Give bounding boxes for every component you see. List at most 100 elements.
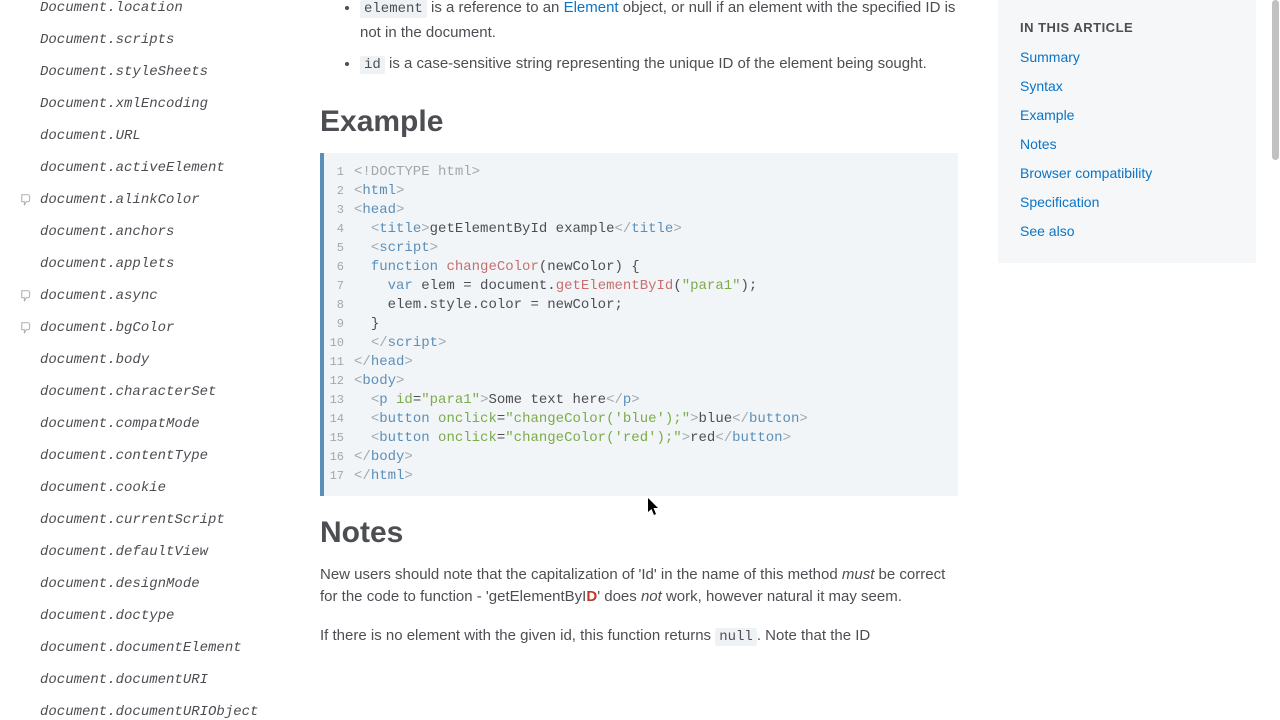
heading-example: Example [320, 105, 958, 139]
code-null: null [715, 628, 757, 646]
code-line: 6 function changeColor(newColor) { [324, 258, 958, 277]
sidebar-item-label: document.currentScript [40, 512, 225, 528]
code-line: 11</head> [324, 353, 958, 372]
toc-link[interactable]: See also [1020, 223, 1234, 239]
code-content: </html> [354, 467, 958, 486]
sidebar-item-label: Document.location [40, 0, 183, 16]
code-content: elem.style.color = newColor; [354, 296, 958, 315]
sidebar-item-label: Document.xmlEncoding [40, 96, 208, 112]
deprecated-icon [20, 193, 34, 207]
sidebar-item-label: document.body [40, 352, 149, 368]
code-example: 1<!DOCTYPE html>2<html>3<head>4 <title>g… [320, 153, 958, 496]
code-line: 15 <button onclick="changeColor('red');"… [324, 429, 958, 448]
deprecated-icon [20, 641, 34, 655]
code-content: <!DOCTYPE html> [354, 163, 958, 182]
sidebar-item-label: document.designMode [40, 576, 200, 592]
sidebar-item[interactable]: document.currentScript [40, 504, 280, 536]
code-content: <button onclick="changeColor('red');">re… [354, 429, 958, 448]
element-link[interactable]: Element [564, 0, 619, 16]
deprecated-icon [20, 449, 34, 463]
sidebar-item-label: document.bgColor [40, 320, 174, 336]
code-content: <p id="para1">Some text here</p> [354, 391, 958, 410]
line-number: 12 [324, 372, 354, 391]
sidebar-item[interactable]: document.documentElement [40, 632, 280, 664]
sidebar-item[interactable]: document.compatMode [40, 408, 280, 440]
sidebar-item[interactable]: document.documentURIObject [40, 696, 280, 720]
code-line: 12<body> [324, 372, 958, 391]
right-column: IN THIS ARTICLE Summary Syntax Example Note… [978, 0, 1280, 720]
sidebar-item[interactable]: document.async [40, 280, 280, 312]
line-number: 8 [324, 296, 354, 315]
sidebar-item[interactable]: document.activeElement [40, 152, 280, 184]
sidebar-item[interactable]: document.characterSet [40, 376, 280, 408]
sidebar-item[interactable]: document.body [40, 344, 280, 376]
notes-paragraph-1: New users should note that the capitaliz… [320, 564, 958, 609]
line-number: 4 [324, 220, 354, 239]
line-number: 17 [324, 467, 354, 486]
deprecated-icon [20, 1, 34, 15]
line-number: 16 [324, 448, 354, 467]
sidebar-item[interactable]: document.contentType [40, 440, 280, 472]
toc-link[interactable]: Browser compatibility [1020, 165, 1234, 181]
sidebar-item[interactable]: document.designMode [40, 568, 280, 600]
line-number: 3 [324, 201, 354, 220]
toc-link[interactable]: Notes [1020, 136, 1234, 152]
line-number: 5 [324, 239, 354, 258]
sidebar-item-label: document.activeElement [40, 160, 225, 176]
code-content: <script> [354, 239, 958, 258]
text: is a case-sensitive string representing … [385, 55, 927, 72]
toc-heading: IN THIS ARTICLE [1020, 20, 1234, 35]
sidebar-item[interactable]: document.cookie [40, 472, 280, 504]
code-line: 8 elem.style.color = newColor; [324, 296, 958, 315]
line-number: 14 [324, 410, 354, 429]
line-number: 11 [324, 353, 354, 372]
sidebar: Document.location Document.scripts Documen… [0, 0, 300, 720]
text: New users should note that the capitaliz… [320, 566, 842, 583]
toc-link[interactable]: Specification [1020, 194, 1234, 210]
emphasis-must: must [842, 566, 875, 583]
deprecated-icon [20, 97, 34, 111]
sidebar-item-label: document.doctype [40, 608, 174, 624]
code-content: <head> [354, 201, 958, 220]
sidebar-item[interactable]: Document.xmlEncoding [40, 88, 280, 120]
sidebar-item[interactable]: document.documentURI [40, 664, 280, 696]
sidebar-item[interactable]: document.bgColor [40, 312, 280, 344]
def-id: id is a case-sensitive string representi… [360, 52, 958, 77]
sidebar-item[interactable]: Document.styleSheets [40, 56, 280, 88]
code-line: 3<head> [324, 201, 958, 220]
deprecated-icon [20, 321, 34, 335]
sidebar-item-label: document.applets [40, 256, 174, 272]
toc-link[interactable]: Syntax [1020, 78, 1234, 94]
code-content: </body> [354, 448, 958, 467]
sidebar-item[interactable]: document.URL [40, 120, 280, 152]
text: ' does [597, 588, 641, 605]
scrollbar-thumb[interactable] [1272, 0, 1279, 160]
deprecated-icon [20, 257, 34, 271]
deprecated-icon [20, 65, 34, 79]
text: If there is no element with the given id… [320, 627, 715, 644]
toc-link[interactable]: Example [1020, 107, 1234, 123]
deprecated-icon [20, 673, 34, 687]
sidebar-item[interactable]: document.alinkColor [40, 184, 280, 216]
sidebar-item[interactable]: document.applets [40, 248, 280, 280]
text: is a reference to an [427, 0, 564, 16]
toc-link[interactable]: Summary [1020, 49, 1234, 65]
code-line: 16</body> [324, 448, 958, 467]
deprecated-icon [20, 577, 34, 591]
code-content: <html> [354, 182, 958, 201]
sidebar-item-label: document.async [40, 288, 158, 304]
sidebar-item[interactable]: Document.scripts [40, 24, 280, 56]
deprecated-icon [20, 385, 34, 399]
sidebar-item[interactable]: document.doctype [40, 600, 280, 632]
definition-list: element is a reference to an Element obj… [320, 0, 958, 77]
code-content: function changeColor(newColor) { [354, 258, 958, 277]
sidebar-item[interactable]: document.anchors [40, 216, 280, 248]
sidebar-item-label: Document.styleSheets [40, 64, 208, 80]
sidebar-item-label: document.anchors [40, 224, 174, 240]
sidebar-item[interactable]: document.defaultView [40, 536, 280, 568]
line-number: 1 [324, 163, 354, 182]
code-line: 13 <p id="para1">Some text here</p> [324, 391, 958, 410]
code-line: 9 } [324, 315, 958, 334]
deprecated-icon [20, 705, 34, 719]
sidebar-item[interactable]: Document.location [40, 0, 280, 24]
